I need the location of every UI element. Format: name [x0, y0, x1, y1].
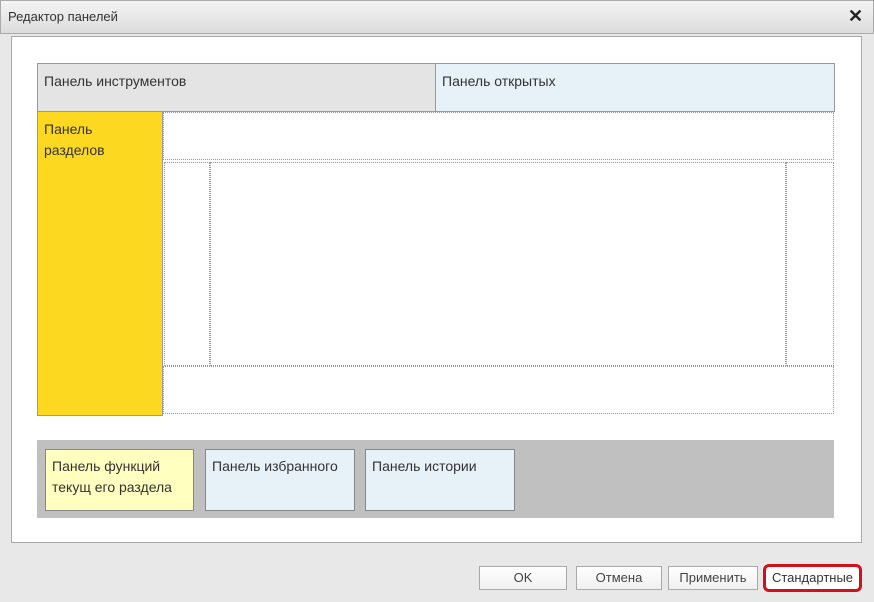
close-icon[interactable]: ✕: [848, 6, 863, 27]
drop-zone-bottom[interactable]: [163, 366, 834, 414]
defaults-button[interactable]: Стандартные: [763, 564, 862, 592]
window-title: Редактор панелей: [8, 9, 118, 24]
work-area: [210, 162, 786, 366]
favorites-panel[interactable]: Панель избранного: [205, 449, 355, 511]
title-bar: [0, 0, 874, 34]
open-panel[interactable]: Панель открытых: [435, 63, 835, 112]
drop-zone-right[interactable]: [786, 162, 834, 366]
toolbar-panel[interactable]: Панель инструментов: [37, 63, 436, 112]
apply-button[interactable]: Применить: [668, 566, 758, 590]
sections-panel[interactable]: Панель разделов: [37, 111, 163, 416]
history-panel[interactable]: Панель истории: [365, 449, 515, 511]
ok-button[interactable]: OK: [479, 566, 567, 590]
cancel-button[interactable]: Отмена: [576, 566, 662, 590]
drop-zone-top[interactable]: [163, 112, 834, 160]
drop-zone-left[interactable]: [164, 162, 210, 366]
functions-panel[interactable]: Панель функций текущ его раздела: [45, 449, 194, 511]
